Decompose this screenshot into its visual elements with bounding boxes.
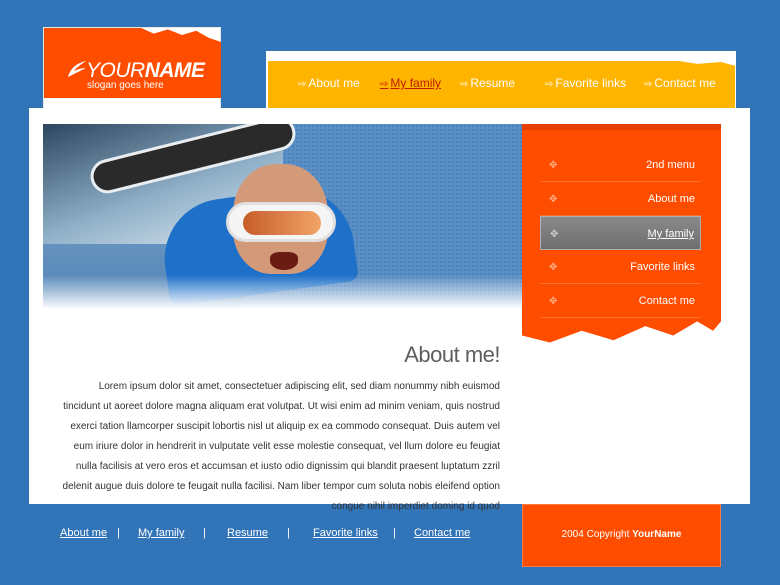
copyright-text: 2004 Copyright	[561, 529, 633, 540]
page-title: About me!	[404, 342, 500, 367]
footer-navigation: About me | My family | Resume | Favorite…	[60, 527, 490, 543]
bullet-icon: ✥	[550, 229, 559, 240]
footer-link-favorite-links[interactable]: Favorite links	[313, 527, 378, 539]
footer-separator: |	[393, 527, 396, 539]
footer-link-my-family[interactable]: My family	[138, 527, 184, 539]
logo-name-bold: NAME	[144, 59, 205, 82]
bullet-icon: ✥	[549, 194, 558, 205]
logo-name-light: YOUR	[86, 59, 145, 82]
side-menu-item-about-me[interactable]: ✥ About me	[540, 182, 701, 216]
footer-separator: |	[287, 527, 290, 539]
side-menu-item-contact-me[interactable]: ✥ Contact me	[540, 284, 701, 318]
footer-link-resume[interactable]: Resume	[227, 527, 268, 539]
top-nav-label: My family	[390, 76, 442, 90]
bullet-icon: ✥	[549, 262, 558, 273]
side-menu-label: 2nd menu	[646, 159, 695, 171]
wing-logo-icon	[68, 61, 86, 77]
top-nav-favorite-links[interactable]: ⇨ Favorite links	[545, 76, 626, 90]
logo-slogan: slogan goes here	[87, 80, 164, 91]
top-nav-label: Resume	[470, 76, 516, 90]
logo-block[interactable]: YOURNAME slogan goes here	[43, 27, 221, 109]
side-menu-label: Contact me	[638, 295, 695, 307]
side-menu-topbar	[522, 124, 721, 130]
side-menu-label: My family	[647, 228, 694, 240]
side-menu-label: About me	[647, 193, 695, 205]
snow-fade	[43, 275, 522, 315]
side-menu-item-2nd-menu[interactable]: ✥ 2nd menu	[540, 148, 701, 182]
body-paragraph: Lorem ipsum dolor sit amet, consectetuer…	[62, 381, 500, 512]
side-menu-item-favorite-links[interactable]: ✥ Favorite links	[540, 250, 701, 284]
footer-link-about-me[interactable]: About me	[60, 527, 107, 539]
bullet-icon: ✥	[549, 160, 558, 171]
copyright-block: 2004 Copyright YourName	[522, 504, 721, 567]
copyright-name: YourName	[632, 529, 682, 540]
side-menu-label: Favorite links	[630, 261, 695, 273]
arrow-right-icon: ⇨	[460, 79, 469, 90]
top-nav-resume[interactable]: ⇨ Resume	[460, 76, 515, 90]
footer-link-contact-me[interactable]: Contact me	[414, 527, 470, 539]
side-menu: ✥ 2nd menu ✥ About me ✥ My family ✥ Favo…	[522, 124, 721, 343]
bullet-icon: ✥	[549, 296, 558, 307]
footer-separator: |	[117, 527, 120, 539]
hero-snowboarder-image	[43, 124, 522, 315]
mouth-image	[270, 252, 298, 270]
arrow-right-icon: ⇨	[298, 79, 307, 90]
top-navigation: ⇨ About me ⇨ My family ⇨ Resume ⇨ Favorite l…	[266, 51, 736, 109]
top-nav-about-me[interactable]: ⇨ About me	[298, 76, 360, 90]
arrow-right-icon: ⇨	[380, 79, 389, 90]
footer-separator: |	[203, 527, 206, 539]
top-nav-contact-me[interactable]: ⇨ Contact me	[644, 76, 716, 90]
arrow-right-icon: ⇨	[545, 79, 554, 90]
side-menu-item-my-family[interactable]: ✥ My family	[540, 216, 701, 250]
goggles-image	[226, 202, 336, 242]
arrow-right-icon: ⇨	[644, 79, 653, 90]
top-nav-label: About me	[308, 76, 360, 90]
top-nav-my-family[interactable]: ⇨ My family	[380, 76, 441, 90]
top-nav-label: Contact me	[654, 76, 716, 90]
top-nav-label: Favorite links	[555, 76, 627, 90]
